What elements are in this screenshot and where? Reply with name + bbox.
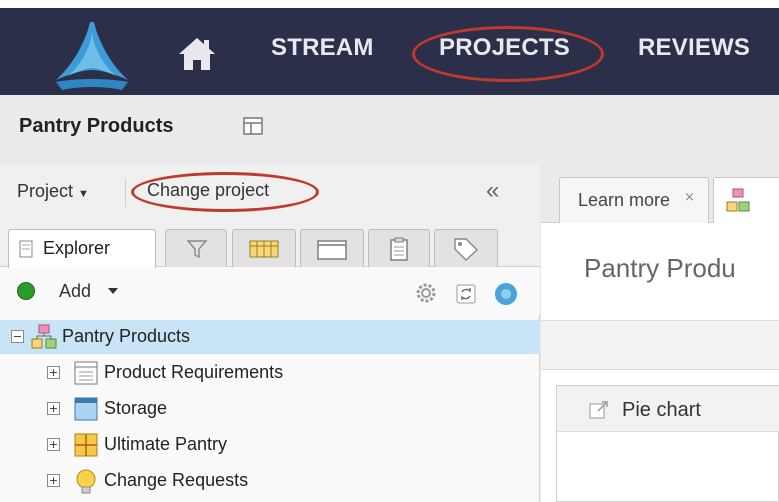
tree-item-storage[interactable]: + Storage	[0, 392, 540, 426]
add-button[interactable]: Add	[59, 281, 91, 302]
tab-learn-more-label: Learn more	[578, 190, 671, 210]
project-icon	[726, 188, 750, 212]
expand-icon[interactable]: +	[47, 438, 60, 451]
expand-icon[interactable]: +	[47, 474, 60, 487]
project-title: Pantry Products	[19, 115, 174, 137]
expand-icon[interactable]: +	[47, 366, 60, 379]
main-content-panel: Learn more × Pantry Produ Pie chart	[541, 165, 779, 502]
collapse-icon[interactable]: −	[11, 330, 24, 343]
tab-project-dashboard[interactable]	[713, 177, 779, 223]
tree-item-change-requests[interactable]: + Change Requests	[0, 464, 540, 498]
separator	[125, 179, 126, 207]
project-menu-row: Project ▼ Change project «	[0, 165, 540, 217]
tab-window[interactable]	[300, 229, 364, 267]
explorer-icon	[19, 240, 33, 258]
tag-icon	[454, 238, 479, 261]
project-menu[interactable]: Project ▼	[17, 181, 89, 202]
lightbulb-icon	[76, 469, 96, 494]
gear-icon[interactable]	[413, 280, 439, 306]
tree-item-label: Ultimate Pantry	[104, 434, 228, 454]
help-icon[interactable]	[494, 282, 518, 306]
widget-title: Pie chart	[622, 399, 701, 421]
add-toolbar: Add	[0, 268, 540, 314]
close-icon[interactable]: ×	[684, 190, 695, 205]
tree-item-product-requirements[interactable]: + Product Requirements	[0, 356, 540, 390]
project-title-bar: Pantry Products	[0, 95, 779, 165]
refresh-icon[interactable]	[456, 284, 476, 304]
change-project-highlight-ellipse	[131, 172, 319, 212]
content-tab-bar: Learn more ×	[541, 165, 779, 223]
component-icon	[74, 433, 98, 457]
project-menu-label: Project	[17, 181, 74, 201]
explorer-tab-bar: Explorer	[0, 217, 540, 268]
tab-filter[interactable]	[165, 229, 227, 267]
clipboard-icon	[390, 237, 408, 261]
caret-down-icon: ▼	[78, 188, 89, 200]
nav-reviews[interactable]: REVIEWS	[638, 34, 750, 62]
tree-item-label: Change Requests	[104, 470, 249, 490]
project-icon	[31, 324, 57, 349]
tree-item-label: Storage	[104, 398, 168, 418]
widget-header: Pie chart	[557, 386, 779, 432]
tree-item-pantry-products[interactable]: − Pantry Products	[0, 320, 540, 354]
nav-stream[interactable]: STREAM	[271, 34, 374, 62]
left-panel: Project ▼ Change project « Explorer Add …	[0, 165, 540, 502]
storage-icon	[74, 397, 98, 421]
dashboard-icon[interactable]	[243, 117, 263, 135]
tab-clipboard[interactable]	[368, 229, 430, 267]
filter-icon	[186, 240, 208, 259]
caret-down-icon[interactable]	[108, 288, 118, 294]
tree-item-label: Pantry Products	[62, 326, 191, 346]
tree-item-label: Product Requirements	[104, 362, 284, 382]
expand-icon[interactable]: +	[47, 402, 60, 415]
add-icon[interactable]	[17, 282, 35, 300]
tree-item-ultimate-pantry[interactable]: + Ultimate Pantry	[0, 428, 540, 462]
home-icon[interactable]	[177, 34, 217, 74]
requirements-icon	[74, 361, 98, 385]
projects-highlight-ellipse	[412, 26, 604, 82]
tab-explorer-label: Explorer	[43, 238, 111, 258]
pie-chart-widget: Pie chart	[556, 385, 779, 502]
top-nav-bar: STREAM PROJECTS REVIEWS	[0, 0, 779, 95]
tab-learn-more[interactable]: Learn more ×	[559, 177, 709, 223]
app-logo-icon[interactable]	[52, 20, 132, 92]
edit-icon[interactable]	[589, 400, 609, 420]
content-toolbar	[541, 320, 779, 370]
tab-explorer[interactable]: Explorer	[8, 229, 156, 268]
grid-icon	[249, 240, 279, 258]
tab-tag[interactable]	[434, 229, 498, 267]
window-icon	[317, 240, 347, 260]
collapse-panel-icon[interactable]: «	[486, 177, 499, 205]
page-title: Pantry Produ	[584, 253, 736, 283]
tab-grid[interactable]	[232, 229, 296, 267]
